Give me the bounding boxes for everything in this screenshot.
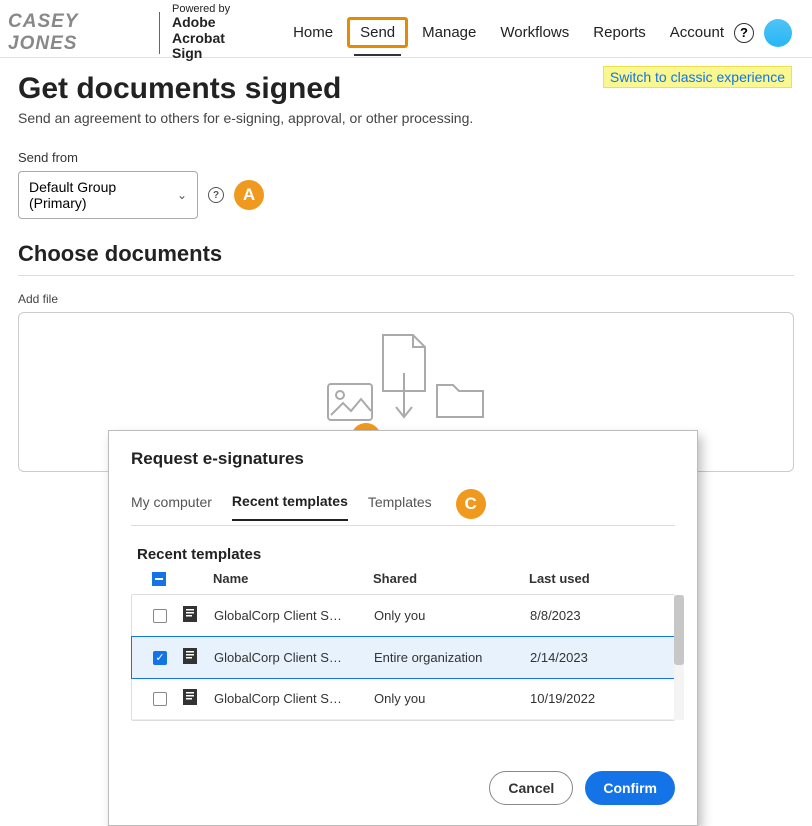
folder-icon bbox=[435, 381, 485, 421]
row-last-used: 10/19/2022 bbox=[530, 691, 668, 706]
avatar[interactable] bbox=[764, 19, 792, 47]
table-title: Recent templates bbox=[137, 546, 675, 563]
send-from-row: Default Group (Primary) ⌄ ? A bbox=[18, 171, 794, 219]
modal-title: Request e-signatures bbox=[131, 449, 675, 469]
select-all-checkbox[interactable] bbox=[152, 572, 166, 586]
table-body: GlobalCorp Client S… Only you 8/8/2023 ✓… bbox=[131, 594, 675, 721]
main-content: Switch to classic experience Get documen… bbox=[0, 58, 812, 482]
row-checkbox[interactable]: ✓ bbox=[153, 651, 167, 665]
annotation-marker-a: A bbox=[234, 180, 264, 210]
choose-documents-title: Choose documents bbox=[18, 241, 794, 267]
nav-workflows[interactable]: Workflows bbox=[490, 18, 579, 47]
table-header: Name Shared Last used bbox=[131, 563, 675, 594]
nav-account[interactable]: Account bbox=[660, 18, 734, 47]
send-from-help-icon[interactable]: ? bbox=[208, 187, 224, 203]
divider bbox=[18, 275, 794, 276]
nav-send[interactable]: Send bbox=[347, 17, 408, 48]
col-last-used[interactable]: Last used bbox=[529, 571, 669, 586]
nav-home[interactable]: Home bbox=[283, 18, 343, 47]
row-name: GlobalCorp Client S… bbox=[214, 608, 374, 623]
row-shared: Entire organization bbox=[374, 650, 530, 665]
logo-divider bbox=[159, 12, 160, 54]
col-shared[interactable]: Shared bbox=[373, 571, 529, 586]
chevron-down-icon: ⌄ bbox=[177, 188, 187, 202]
tab-my-computer[interactable]: My computer bbox=[131, 494, 212, 520]
annotation-marker-c: C bbox=[456, 489, 486, 519]
row-shared: Only you bbox=[374, 608, 530, 623]
powered-by: Powered by Adobe Acrobat Sign bbox=[172, 3, 255, 61]
row-last-used: 8/8/2023 bbox=[530, 608, 668, 623]
scrollbar-thumb[interactable] bbox=[674, 595, 684, 665]
send-from-label: Send from bbox=[18, 150, 794, 165]
scrollbar-track[interactable] bbox=[674, 595, 684, 720]
nav-reports[interactable]: Reports bbox=[583, 18, 656, 47]
page-subtitle: Send an agreement to others for e-signin… bbox=[18, 110, 794, 126]
send-from-value: Default Group (Primary) bbox=[29, 179, 177, 211]
modal-tabs: My computer Recent templates Templates C bbox=[131, 489, 675, 526]
confirm-button[interactable]: Confirm bbox=[585, 771, 675, 805]
table-row[interactable]: GlobalCorp Client S… Only you 10/19/2022 bbox=[132, 678, 674, 720]
request-esignatures-modal: Request e-signatures My computer Recent … bbox=[108, 430, 698, 826]
row-checkbox[interactable] bbox=[153, 609, 167, 623]
header-right: ? bbox=[734, 19, 792, 47]
table-row[interactable]: ✓ GlobalCorp Client S… Entire organizati… bbox=[131, 636, 675, 679]
send-from-select[interactable]: Default Group (Primary) ⌄ bbox=[18, 171, 198, 219]
document-icon bbox=[182, 605, 198, 623]
row-shared: Only you bbox=[374, 691, 530, 706]
row-checkbox[interactable] bbox=[153, 692, 167, 706]
nav-manage[interactable]: Manage bbox=[412, 18, 486, 47]
add-file-label: Add file bbox=[18, 292, 794, 306]
image-icon bbox=[327, 383, 373, 421]
switch-classic-link[interactable]: Switch to classic experience bbox=[603, 66, 792, 88]
row-name: GlobalCorp Client S… bbox=[214, 650, 374, 665]
row-name: GlobalCorp Client S… bbox=[214, 691, 374, 706]
brand-logo: CASEY JONES bbox=[8, 11, 147, 55]
top-nav: Home Send Manage Workflows Reports Accou… bbox=[283, 17, 734, 48]
file-download-icon bbox=[379, 333, 429, 421]
tab-recent-templates[interactable]: Recent templates bbox=[232, 493, 348, 521]
row-last-used: 2/14/2023 bbox=[530, 650, 668, 665]
help-icon[interactable]: ? bbox=[734, 23, 754, 43]
upload-icons bbox=[327, 333, 485, 421]
document-icon bbox=[182, 688, 198, 706]
cancel-button[interactable]: Cancel bbox=[489, 771, 573, 805]
col-name[interactable]: Name bbox=[213, 571, 373, 586]
document-icon bbox=[182, 647, 198, 665]
app-header: CASEY JONES Powered by Adobe Acrobat Sig… bbox=[0, 0, 812, 58]
tab-templates[interactable]: Templates bbox=[368, 494, 432, 520]
powered-brand-1: Adobe bbox=[172, 15, 255, 30]
modal-footer: Cancel Confirm bbox=[131, 771, 675, 805]
table-row[interactable]: GlobalCorp Client S… Only you 8/8/2023 bbox=[132, 595, 674, 637]
